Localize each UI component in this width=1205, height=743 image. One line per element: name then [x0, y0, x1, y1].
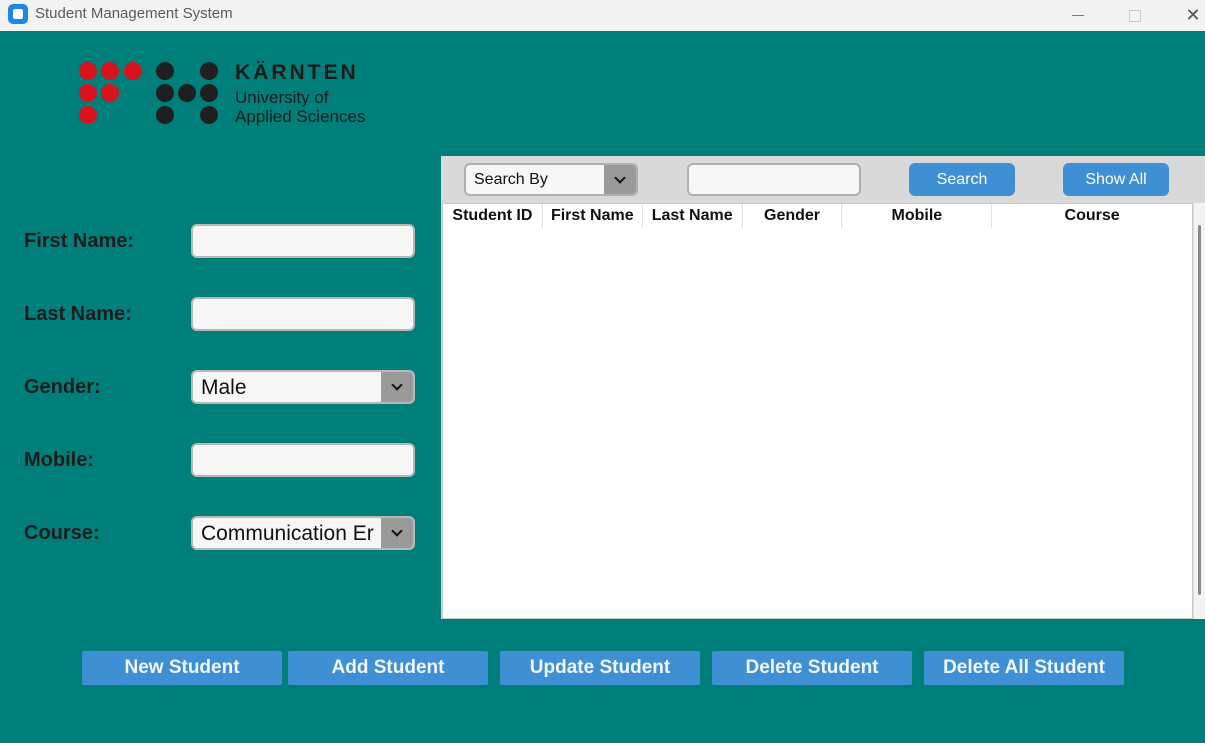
chevron-down-icon[interactable]: [604, 165, 636, 194]
show-all-button[interactable]: Show All: [1063, 163, 1169, 196]
logo-dot: [156, 84, 174, 102]
maximize-icon[interactable]: [1113, 0, 1157, 31]
update-student-button[interactable]: Update Student: [500, 651, 700, 685]
search-button[interactable]: Search: [909, 163, 1015, 196]
title-bar: Student Management System ✕: [0, 0, 1205, 31]
mobile-label: Mobile:: [24, 449, 94, 471]
app-icon: [8, 4, 28, 24]
logo-dot: [101, 84, 119, 102]
gender-label: Gender:: [24, 376, 101, 398]
mobile-input[interactable]: [191, 443, 415, 477]
logo-dot: [79, 106, 97, 124]
search-input[interactable]: [687, 163, 861, 196]
column-header-first-name[interactable]: First Name: [543, 204, 643, 228]
column-header-gender[interactable]: Gender: [743, 204, 843, 228]
logo-dot: [200, 62, 218, 80]
results-panel: Search By Search Show All Student ID Fir…: [441, 156, 1205, 619]
delete-student-button[interactable]: Delete Student: [712, 651, 912, 685]
course-value: Communication Er: [201, 522, 374, 545]
last-name-input[interactable]: [191, 297, 415, 331]
university-logo: KÄRNTEN University of Applied Sciences: [79, 61, 379, 128]
gender-select[interactable]: Male: [191, 370, 415, 404]
logo-subtitle-line1: University of: [235, 88, 329, 107]
logo-title: KÄRNTEN: [235, 61, 359, 84]
minimize-icon[interactable]: [1056, 0, 1100, 31]
logo-subtitle-line2: Applied Sciences: [235, 107, 366, 126]
column-header-student-id[interactable]: Student ID: [443, 204, 543, 228]
logo-dot: [178, 84, 196, 102]
chevron-down-icon[interactable]: [381, 518, 413, 548]
delete-all-student-button[interactable]: Delete All Student: [924, 651, 1124, 685]
last-name-label: Last Name:: [24, 303, 132, 325]
logo-dot: [200, 106, 218, 124]
logo-dot: [200, 84, 218, 102]
chevron-down-icon[interactable]: [381, 372, 413, 402]
new-student-button[interactable]: New Student: [82, 651, 282, 685]
logo-dot: [79, 62, 97, 80]
logo-dot: [124, 62, 142, 80]
table-scrollbar[interactable]: [1193, 203, 1205, 619]
column-header-mobile[interactable]: Mobile: [842, 204, 993, 228]
logo-dot: [156, 106, 174, 124]
table-header: Student ID First Name Last Name Gender M…: [443, 204, 1192, 228]
window-title: Student Management System: [35, 5, 233, 22]
close-icon[interactable]: ✕: [1171, 0, 1205, 31]
course-label: Course:: [24, 522, 100, 544]
first-name-input[interactable]: [191, 224, 415, 258]
gender-value: Male: [201, 376, 247, 399]
first-name-label: First Name:: [24, 230, 135, 252]
add-student-button[interactable]: Add Student: [288, 651, 488, 685]
column-header-last-name[interactable]: Last Name: [643, 204, 743, 228]
logo-dot: [79, 84, 97, 102]
logo-dot: [156, 62, 174, 80]
students-table[interactable]: Student ID First Name Last Name Gender M…: [442, 203, 1193, 619]
search-by-select[interactable]: Search By: [464, 163, 638, 196]
logo-dot: [101, 62, 119, 80]
course-select[interactable]: Communication Er: [191, 516, 415, 550]
column-header-course[interactable]: Course: [992, 204, 1192, 228]
